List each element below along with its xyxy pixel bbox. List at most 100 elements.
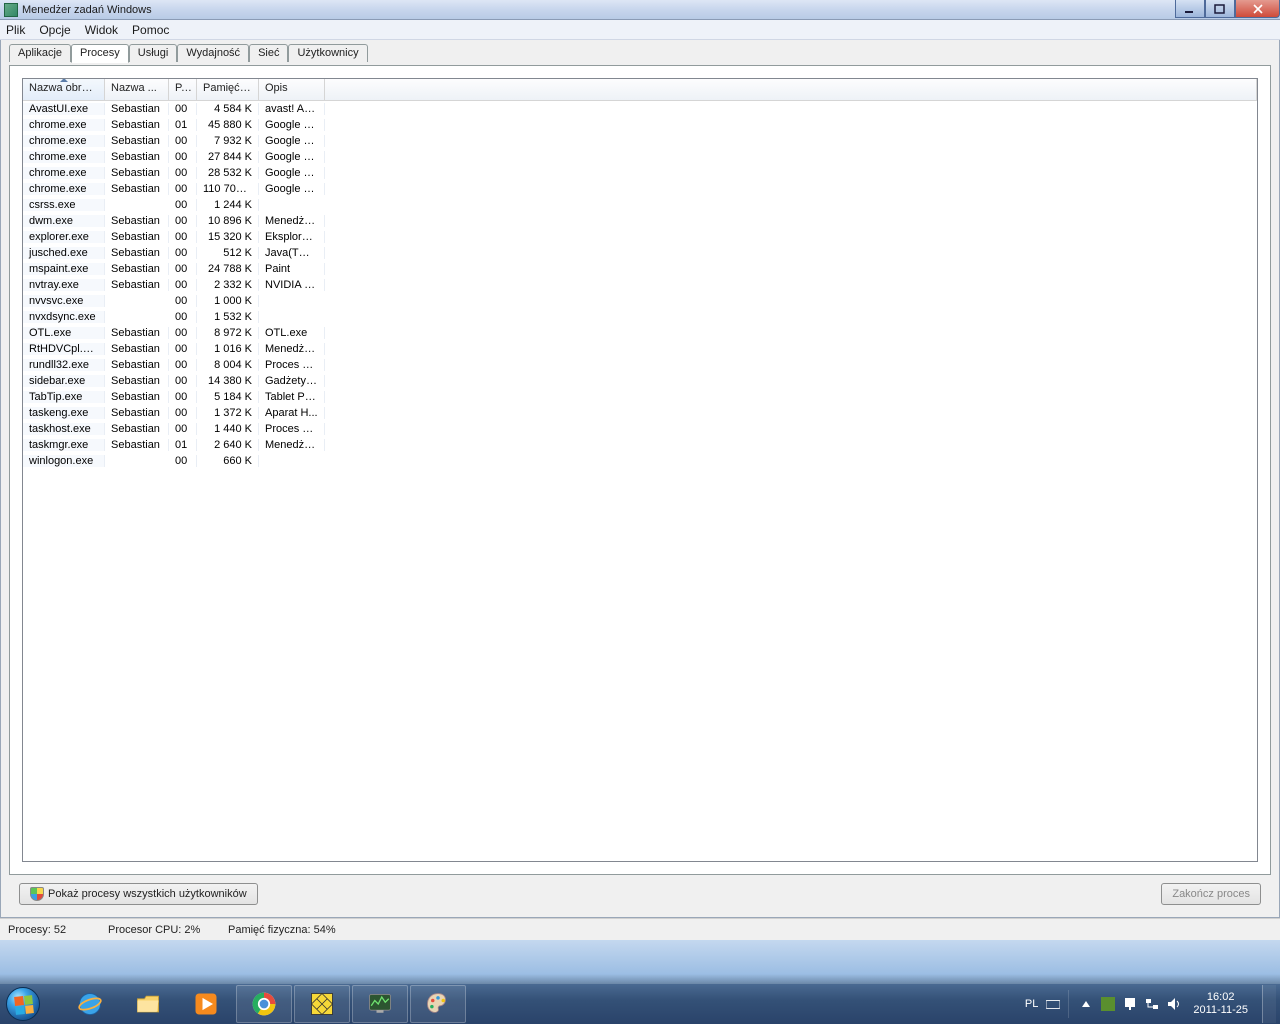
cell-description: Google C... [259, 119, 325, 131]
table-row[interactable]: sidebar.exeSebastian0014 380 KGadżety ..… [23, 373, 1257, 389]
tray-volume-icon[interactable] [1167, 997, 1181, 1011]
cell-user: Sebastian [105, 327, 169, 339]
tab-performance[interactable]: Wydajność [177, 44, 249, 62]
cell-image-name: explorer.exe [23, 231, 105, 243]
status-processes: Procesy: 52 [0, 924, 100, 936]
cell-description: Aparat H... [259, 407, 325, 419]
cell-description: Proces ho... [259, 359, 325, 371]
taskbar-clock[interactable]: 16:02 2011-11-25 [1193, 991, 1248, 1017]
table-row[interactable]: chrome.exeSebastian0028 532 KGoogle C... [23, 165, 1257, 181]
window-body: Aplikacje Procesy Usługi Wydajność Sieć … [0, 40, 1280, 918]
table-row[interactable]: jusched.exeSebastian00512 KJava(TM) ... [23, 245, 1257, 261]
table-row[interactable]: taskhost.exeSebastian001 440 KProces ho.… [23, 421, 1257, 437]
cell-image-name: nvxdsync.exe [23, 311, 105, 323]
end-process-button[interactable]: Zakończ proces [1161, 883, 1261, 905]
cell-image-name: OTL.exe [23, 327, 105, 339]
column-cpu[interactable]: P... [169, 79, 197, 100]
table-row[interactable]: taskmgr.exeSebastian012 640 KMenedżer... [23, 437, 1257, 453]
cell-memory: 8 004 K [197, 359, 259, 371]
minimize-button[interactable] [1175, 0, 1205, 18]
cell-description: Google C... [259, 135, 325, 147]
cell-memory: 1 372 K [197, 407, 259, 419]
taskbar-app-yellow[interactable] [294, 985, 350, 1023]
tab-processes[interactable]: Procesy [71, 44, 129, 63]
table-row[interactable]: AvastUI.exeSebastian004 584 Kavast! An..… [23, 101, 1257, 117]
tab-users[interactable]: Użytkownicy [288, 44, 367, 62]
cell-description: OTL.exe [259, 327, 325, 339]
table-row[interactable]: dwm.exeSebastian0010 896 KMenedżer... [23, 213, 1257, 229]
cell-image-name: chrome.exe [23, 183, 105, 195]
cell-description: Menedżer... [259, 439, 325, 451]
table-row[interactable]: chrome.exeSebastian007 932 KGoogle C... [23, 133, 1257, 149]
table-row[interactable]: csrss.exe001 244 K [23, 197, 1257, 213]
column-user-name[interactable]: Nazwa ... [105, 79, 169, 100]
table-row[interactable]: chrome.exeSebastian0027 844 KGoogle C... [23, 149, 1257, 165]
table-row[interactable]: nvvsvc.exe001 000 K [23, 293, 1257, 309]
table-row[interactable]: rundll32.exeSebastian008 004 KProces ho.… [23, 357, 1257, 373]
taskbar-media-player[interactable] [178, 985, 234, 1023]
cell-memory: 28 532 K [197, 167, 259, 179]
table-row[interactable]: taskeng.exeSebastian001 372 KAparat H... [23, 405, 1257, 421]
menu-file[interactable]: Plik [6, 23, 25, 37]
cell-description: Gadżety ... [259, 375, 325, 387]
cell-memory: 1 000 K [197, 295, 259, 307]
cell-cpu: 00 [169, 407, 197, 419]
taskbar-explorer[interactable] [120, 985, 176, 1023]
taskbar-paint[interactable] [410, 985, 466, 1023]
paint-palette-icon [424, 990, 452, 1018]
cell-image-name: taskeng.exe [23, 407, 105, 419]
tab-applications[interactable]: Aplikacje [9, 44, 71, 62]
column-memory[interactable]: Pamięć (p... [197, 79, 259, 100]
taskbar-chrome[interactable] [236, 985, 292, 1023]
tab-services[interactable]: Usługi [129, 44, 178, 62]
cell-memory: 2 640 K [197, 439, 259, 451]
tray-chevron-up-icon[interactable] [1079, 997, 1093, 1011]
system-tray: PL 16:02 2011-11-25 [1015, 984, 1280, 1024]
statusbar: Procesy: 52 Procesor CPU: 2% Pamięć fizy… [0, 918, 1280, 940]
cell-image-name: mspaint.exe [23, 263, 105, 275]
table-row[interactable]: chrome.exeSebastian0145 880 KGoogle C... [23, 117, 1257, 133]
cell-cpu: 00 [169, 311, 197, 323]
column-image-name[interactable]: Nazwa obrazu [23, 79, 105, 100]
taskbar: PL 16:02 2011-11-25 [0, 984, 1280, 1024]
start-button[interactable] [0, 984, 46, 1024]
process-list[interactable]: Nazwa obrazu Nazwa ... P... Pamięć (p...… [22, 78, 1258, 862]
menu-help[interactable]: Pomoc [132, 23, 169, 37]
cell-image-name: chrome.exe [23, 135, 105, 147]
table-row[interactable]: OTL.exeSebastian008 972 KOTL.exe [23, 325, 1257, 341]
tray-nvidia-icon[interactable] [1101, 997, 1115, 1011]
table-row[interactable]: explorer.exeSebastian0015 320 KEksplorat… [23, 229, 1257, 245]
list-body[interactable]: AvastUI.exeSebastian004 584 Kavast! An..… [23, 101, 1257, 861]
keyboard-icon[interactable] [1046, 997, 1060, 1011]
language-indicator[interactable]: PL [1025, 998, 1038, 1010]
taskbar-task-manager[interactable] [352, 985, 408, 1023]
close-button[interactable] [1235, 0, 1280, 18]
window-title: Menedżer zadań Windows [22, 4, 152, 16]
cell-description: Proces ho... [259, 423, 325, 435]
table-row[interactable]: mspaint.exeSebastian0024 788 KPaint [23, 261, 1257, 277]
show-desktop-button[interactable] [1262, 985, 1276, 1023]
column-description[interactable]: Opis [259, 79, 325, 100]
menu-options[interactable]: Opcje [39, 23, 70, 37]
table-row[interactable]: RtHDVCpl.exeSebastian001 016 KMenedżer..… [23, 341, 1257, 357]
column-fill[interactable] [325, 79, 1257, 100]
table-row[interactable]: nvxdsync.exe001 532 K [23, 309, 1257, 325]
cell-image-name: rundll32.exe [23, 359, 105, 371]
cell-cpu: 00 [169, 279, 197, 291]
tray-action-center-icon[interactable] [1123, 997, 1137, 1011]
taskbar-ie[interactable] [62, 985, 118, 1023]
cell-cpu: 00 [169, 327, 197, 339]
maximize-button[interactable] [1205, 0, 1235, 18]
table-row[interactable]: nvtray.exeSebastian002 332 KNVIDIA S... [23, 277, 1257, 293]
menu-view[interactable]: Widok [85, 23, 118, 37]
table-row[interactable]: TabTip.exeSebastian005 184 KTablet PC... [23, 389, 1257, 405]
show-all-processes-button[interactable]: Pokaż procesy wszystkich użytkowników [19, 883, 258, 905]
tray-network-icon[interactable] [1145, 997, 1159, 1011]
table-row[interactable]: winlogon.exe00660 K [23, 453, 1257, 469]
cell-user: Sebastian [105, 439, 169, 451]
cell-cpu: 00 [169, 423, 197, 435]
table-row[interactable]: chrome.exeSebastian00110 700 KGoogle C..… [23, 181, 1257, 197]
cell-image-name: chrome.exe [23, 119, 105, 131]
cell-description: Menedżer... [259, 215, 325, 227]
tab-network[interactable]: Sieć [249, 44, 288, 62]
